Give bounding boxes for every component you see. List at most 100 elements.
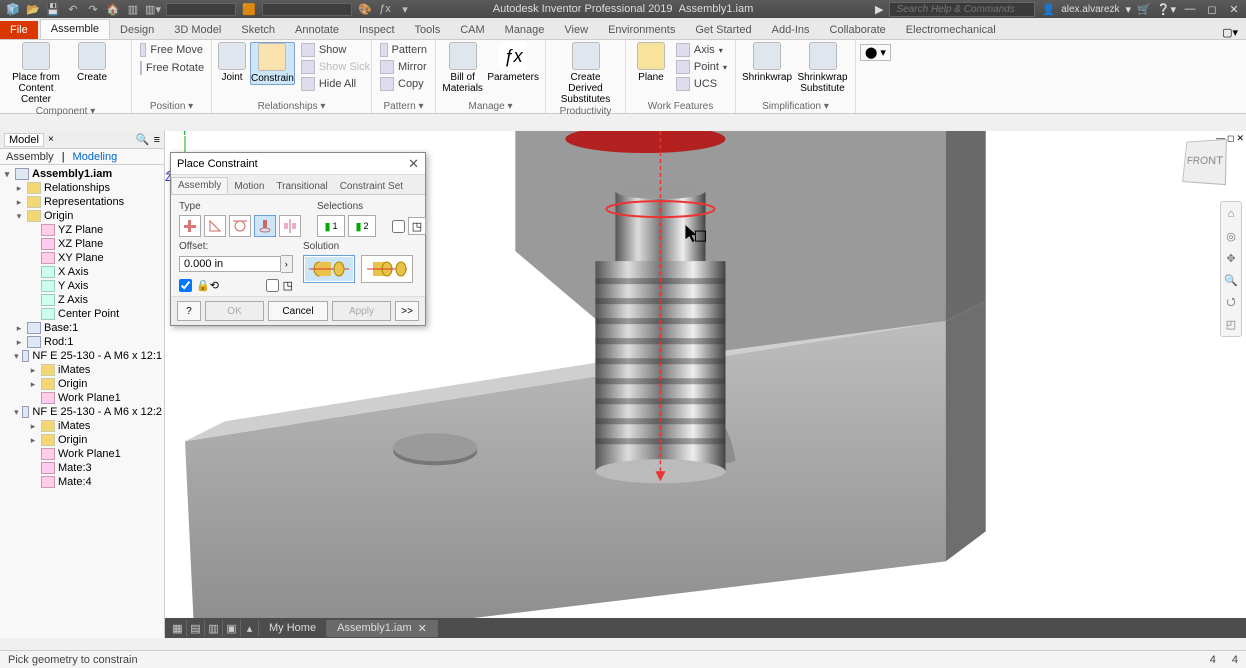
viewport-min-icon[interactable]: — (1216, 133, 1225, 144)
free-rotate-button[interactable]: Free Rotate (138, 60, 205, 76)
dialog-close-icon[interactable]: ✕ (408, 156, 419, 172)
mirror-button[interactable]: Mirror (378, 59, 429, 75)
nav-lookat-icon[interactable]: ◰ (1223, 316, 1239, 332)
constraint-type-tangent[interactable] (229, 215, 251, 237)
browser-tab-close-icon[interactable]: × (48, 134, 54, 145)
tree-node[interactable]: ▸Rod:1 (0, 335, 164, 349)
place-from-content-center-button[interactable]: Place from Content Center (6, 42, 66, 105)
material-dd-icon[interactable]: ▥▾ (146, 2, 160, 16)
predict-check[interactable] (266, 279, 279, 292)
joint-button[interactable]: Joint (218, 42, 246, 83)
nav-orbit-icon[interactable]: ⭯ (1223, 294, 1239, 310)
ribbon-toggle-icon[interactable]: ▢▾ (1222, 26, 1238, 39)
tab-annotate[interactable]: Annotate (285, 21, 349, 39)
bom-button[interactable]: Bill of Materials (442, 42, 483, 94)
tab-collaborate[interactable]: Collaborate (820, 21, 896, 39)
ucs-button[interactable]: UCS (674, 76, 729, 92)
tab-view[interactable]: View (554, 21, 598, 39)
selection-2-button[interactable]: ▮2 (348, 215, 376, 237)
show-button[interactable]: Show (299, 42, 372, 58)
tab-tools[interactable]: Tools (405, 21, 451, 39)
shrinkwrap-substitute-button[interactable]: Shrinkwrap Substitute (796, 42, 849, 94)
file-tab[interactable]: File (0, 21, 38, 39)
cart-icon[interactable]: 🛒 (1137, 3, 1151, 16)
offset-flyout-icon[interactable]: › (281, 255, 293, 273)
help-icon[interactable]: ❔▾ (1157, 3, 1176, 16)
view-cube[interactable]: FRONT (1182, 139, 1227, 185)
tab-assemble[interactable]: Assemble (40, 19, 110, 39)
tree-node[interactable]: ▸iMates (0, 419, 164, 433)
tab-get-started[interactable]: Get Started (685, 21, 761, 39)
tree-node[interactable]: ▾NF E 25-130 - A M6 x 12:2 (0, 405, 164, 419)
selection-1-button[interactable]: ▮1 (317, 215, 345, 237)
qat-more-icon[interactable]: ▾ (398, 2, 412, 16)
constrain-button[interactable]: Constrain (250, 42, 295, 85)
offset-input[interactable] (179, 256, 281, 272)
dialog-tab-constraint-set[interactable]: Constraint Set (334, 179, 409, 194)
axis-button[interactable]: Axis▾ (674, 42, 729, 58)
solution-aligned-button[interactable] (361, 255, 413, 283)
tree-node[interactable]: X Axis (0, 265, 164, 279)
maximize-icon[interactable]: ◻ (1204, 2, 1220, 16)
user-dd-icon[interactable]: ▾ (1126, 3, 1132, 16)
dialog-help-button[interactable]: ? (177, 301, 201, 321)
dialog-tab-motion[interactable]: Motion (228, 179, 270, 194)
undo-icon[interactable]: ↶ (66, 2, 80, 16)
tree-node[interactable]: Y Axis (0, 279, 164, 293)
show-sick-button[interactable]: Show Sick (299, 59, 372, 75)
dialog-tab-transitional[interactable]: Transitional (270, 179, 333, 194)
shrinkwrap-button[interactable]: Shrinkwrap (742, 42, 792, 83)
create-button[interactable]: Create (70, 42, 114, 83)
hide-all-button[interactable]: Hide All (299, 76, 372, 92)
help-search-input[interactable] (889, 2, 1035, 17)
tree-node[interactable]: Mate:4 (0, 475, 164, 489)
expand-button[interactable]: >> (395, 301, 419, 321)
browser-menu-icon[interactable]: ≡ (154, 134, 160, 146)
tree-node[interactable]: ▸iMates (0, 363, 164, 377)
appearance-pick-icon[interactable]: 🎨 (358, 2, 372, 16)
doctab-assembly1[interactable]: Assembly1.iam✕ (327, 620, 438, 637)
doctab-tile2-icon[interactable]: ▤ (187, 620, 205, 636)
nav-wheel-icon[interactable]: ◎ (1223, 228, 1239, 244)
save-icon[interactable]: 💾 (46, 2, 60, 16)
tree-node[interactable]: ▸Origin (0, 377, 164, 391)
tab-3d-model[interactable]: 3D Model (164, 21, 231, 39)
browser-mode-modeling[interactable]: Modeling (73, 151, 118, 163)
user-icon[interactable]: 👤 (1041, 3, 1055, 16)
nav-home-icon[interactable]: ⌂ (1223, 206, 1239, 222)
ribbon-collapse-icon[interactable]: ⬤ ▾ (860, 44, 891, 61)
material-combo[interactable] (166, 3, 236, 16)
minimize-icon[interactable]: — (1182, 2, 1198, 16)
constraint-type-symmetry[interactable] (279, 215, 301, 237)
redo-icon[interactable]: ↷ (86, 2, 100, 16)
lock-rotation-check[interactable] (179, 279, 192, 292)
doctab-home[interactable]: My Home (259, 620, 327, 636)
tree-node[interactable]: ▸Relationships (0, 181, 164, 195)
tree-node[interactable]: Center Point (0, 307, 164, 321)
open-icon[interactable]: 📂 (26, 2, 40, 16)
appearance-swatch-icon[interactable]: 🟧 (242, 2, 256, 16)
show-preview-button[interactable]: ◳ (408, 217, 426, 235)
tree-node[interactable]: XZ Plane (0, 237, 164, 251)
doctab-tile4-icon[interactable]: ▣ (223, 620, 241, 636)
search-go-icon[interactable]: ▶ (875, 3, 883, 16)
ok-button[interactable]: OK (205, 301, 264, 321)
tree-node[interactable]: ▸Representations (0, 195, 164, 209)
tree-node[interactable]: ▾NF E 25-130 - A M6 x 12:1 (0, 349, 164, 363)
solution-opposed-button[interactable] (303, 255, 355, 283)
nav-pan-icon[interactable]: ✥ (1223, 250, 1239, 266)
tree-node[interactable]: Mate:3 (0, 461, 164, 475)
browser-search-icon[interactable]: 🔍 (136, 133, 150, 146)
tree-node[interactable]: Z Axis (0, 293, 164, 307)
tree-node[interactable]: Work Plane1 (0, 391, 164, 405)
browser-mode-assembly[interactable]: Assembly (6, 151, 54, 163)
constraint-type-mate[interactable] (179, 215, 201, 237)
home-icon[interactable]: 🏠 (106, 2, 120, 16)
dialog-tab-assembly[interactable]: Assembly (171, 177, 228, 194)
select-icon[interactable]: ▥ (126, 2, 140, 16)
doctab-tile1-icon[interactable]: ▦ (169, 620, 187, 636)
tree-node[interactable]: ▸Base:1 (0, 321, 164, 335)
create-derived-substitutes-button[interactable]: Create Derived Substitutes (552, 42, 619, 105)
cancel-button[interactable]: Cancel (268, 301, 327, 321)
user-name[interactable]: alex.alvarezk (1061, 4, 1119, 15)
